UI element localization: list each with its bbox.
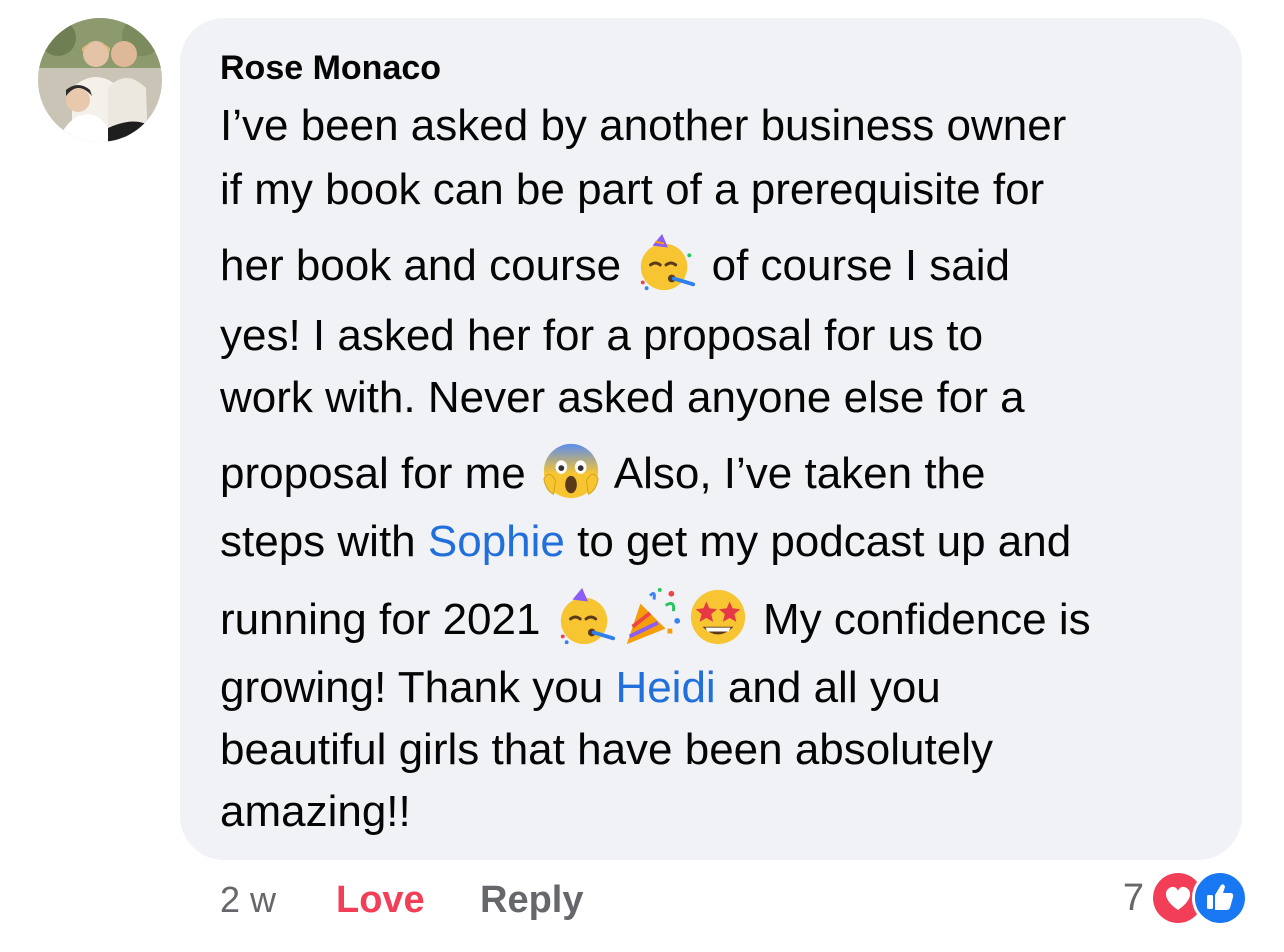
avatar[interactable]	[38, 18, 162, 142]
comment-line: if my book can be part of a prerequisite…	[220, 165, 1045, 214]
mention-heidi[interactable]: Heidi	[615, 663, 715, 712]
comment-line: proposal for me Also, I’ve taken the	[220, 444, 986, 502]
comment-line: beautiful girls that have been absolutel…	[220, 725, 993, 774]
reaction-count: 7	[1122, 876, 1144, 919]
mention-sophie[interactable]: Sophie	[428, 517, 565, 566]
reaction-summary[interactable]: 7	[1123, 868, 1248, 928]
comment-line: running for 2021 My confidence is	[220, 588, 1091, 648]
love-button[interactable]: Love	[336, 872, 425, 928]
comment-line: amazing!!	[220, 787, 411, 836]
like-reaction-icon	[1192, 870, 1248, 926]
reply-button[interactable]: Reply	[480, 872, 583, 928]
comment-timestamp[interactable]: 2 w	[220, 872, 276, 928]
comment-line: work with. Never asked anyone else for a	[220, 373, 1025, 422]
comment-line: yes! I asked her for a proposal for us t…	[220, 311, 984, 360]
comment-author[interactable]: Rose Monaco	[220, 46, 441, 90]
star-struck-emoji	[687, 586, 749, 648]
partying-face-emoji	[635, 232, 697, 294]
partying-face-emoji	[555, 586, 617, 648]
comment-line: growing! Thank you Heidi and all you	[220, 663, 941, 712]
comment-line: her book and course of course I said	[220, 234, 1010, 294]
comment-line: steps with Sophie to get my podcast up a…	[220, 517, 1072, 566]
party-popper-emoji	[621, 586, 683, 648]
comment-line: I’ve been asked by another business owne…	[220, 101, 1067, 150]
face-screaming-in-fear-emoji	[540, 440, 602, 502]
